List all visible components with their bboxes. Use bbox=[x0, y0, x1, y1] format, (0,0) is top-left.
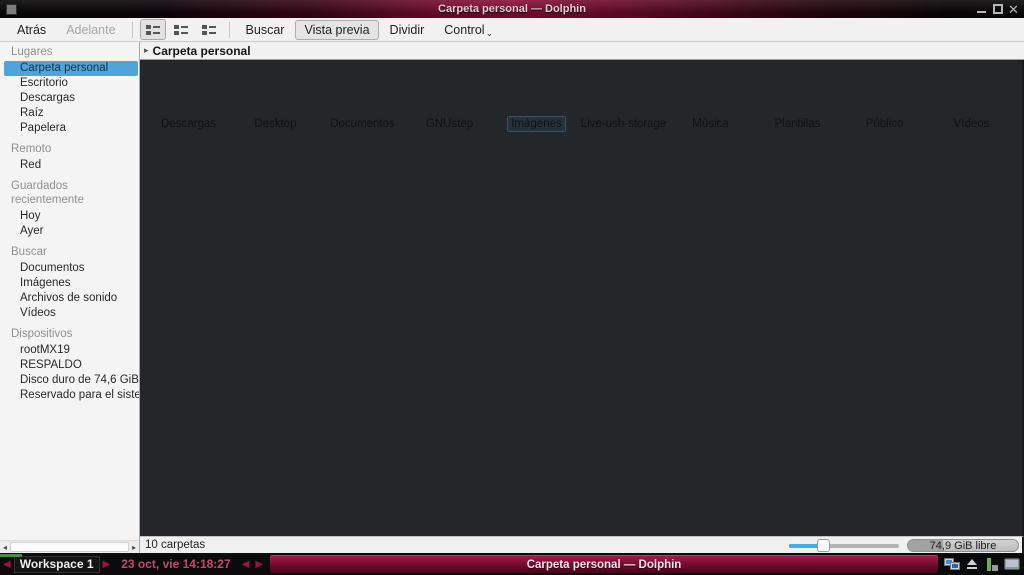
sidebar-item-raiz[interactable]: Raíz bbox=[4, 106, 138, 121]
recent-section-header: Guardados recientemente bbox=[11, 180, 84, 206]
folder-label: GNUstep bbox=[425, 118, 474, 130]
breadcrumb-current[interactable]: Carpeta personal bbox=[153, 44, 251, 58]
free-space-bar: 74,9 GiB libre bbox=[907, 538, 1019, 552]
view-icons-button[interactable] bbox=[139, 19, 166, 40]
folder-item[interactable]: Documentos bbox=[319, 60, 406, 132]
sidebar-item-disco-duro[interactable]: Disco duro de 74,6 GiB bbox=[4, 373, 139, 388]
task-next-arrow-icon[interactable]: ▶ bbox=[252, 559, 266, 570]
folder-item[interactable]: Desktop bbox=[232, 60, 319, 132]
control-button[interactable]: Control⌄ bbox=[435, 20, 502, 40]
icons-view-icon bbox=[145, 24, 160, 35]
chevron-down-icon: ⌄ bbox=[485, 27, 494, 38]
view-details-button[interactable] bbox=[196, 19, 222, 40]
back-button[interactable]: Atrás bbox=[8, 20, 55, 40]
sidebar-item-imagenes[interactable]: Imágenes bbox=[4, 276, 138, 291]
compact-view-icon bbox=[173, 24, 188, 35]
taskbar-window-button[interactable]: Carpeta personal — Dolphin bbox=[270, 555, 938, 573]
network-icon[interactable] bbox=[944, 557, 960, 572]
file-view[interactable]: Descargas Desktop Documentos GNUstep Imá… bbox=[140, 60, 1024, 536]
devices-section-header: Dispositivos bbox=[11, 328, 73, 340]
window-controls: ✕ bbox=[975, 3, 1020, 16]
zoom-slider[interactable] bbox=[789, 538, 899, 552]
volume-meter-icon[interactable] bbox=[984, 557, 1000, 572]
toolbar-separator bbox=[131, 21, 133, 38]
sidebar-item-descargas[interactable]: Descargas bbox=[4, 91, 138, 106]
breadcrumb-arrow-icon[interactable]: ▸ bbox=[144, 45, 149, 56]
folder-label: Live-usb-storage bbox=[580, 118, 667, 130]
desktop-screen: Carpeta personal — Dolphin ✕ Atrás Adela… bbox=[0, 0, 1024, 575]
eject-icon[interactable] bbox=[964, 557, 980, 572]
taskbar: ◀ Workspace 1 ▶ 23 oct, vie 14:18:27 ◀ ▶… bbox=[0, 554, 1024, 574]
sidebar-item-carpeta-personal[interactable]: Carpeta personal bbox=[4, 61, 138, 76]
statusbar: 10 carpetas 74,9 GiB libre bbox=[140, 536, 1024, 553]
split-button[interactable]: Dividir bbox=[381, 20, 434, 40]
sidebar-horizontal-scrollbar[interactable]: ◂ ▸ bbox=[0, 540, 139, 553]
window-title: Carpeta personal — Dolphin bbox=[438, 3, 586, 15]
folder-item[interactable]: Vídeos bbox=[928, 60, 1015, 132]
sidebar-item-respaldo[interactable]: RESPALDO bbox=[4, 358, 138, 373]
scrollbar-thumb[interactable] bbox=[10, 542, 129, 552]
sidebar-item-videos[interactable]: Vídeos bbox=[4, 306, 138, 321]
taskbar-window-title: Carpeta personal — Dolphin bbox=[526, 558, 682, 571]
places-list: Lugares Carpeta personal Escritorio Desc… bbox=[0, 42, 139, 540]
titlebar[interactable]: Carpeta personal — Dolphin ✕ bbox=[0, 0, 1024, 18]
folder-item[interactable]: Descargas bbox=[145, 60, 232, 132]
details-view-icon bbox=[201, 24, 216, 35]
folder-item[interactable]: Live-usb-storage bbox=[580, 60, 667, 132]
view-compact-button[interactable] bbox=[168, 19, 194, 40]
sidebar-item-escritorio[interactable]: Escritorio bbox=[4, 76, 138, 91]
workspace-switcher[interactable]: Workspace 1 bbox=[13, 555, 100, 573]
taskbar-clock[interactable]: 23 oct, vie 14:18:27 bbox=[113, 557, 238, 571]
breadcrumb: ▸ Carpeta personal bbox=[140, 42, 1024, 60]
sidebar-item-archivos-de-sonido[interactable]: Archivos de sonido bbox=[4, 291, 138, 306]
folder-item[interactable]: GNUstep bbox=[406, 60, 493, 132]
folder-item[interactable]: Plantillas bbox=[754, 60, 841, 132]
system-tray bbox=[944, 557, 1020, 572]
sidebar-item-hoy[interactable]: Hoy bbox=[4, 209, 138, 224]
search-button[interactable]: Buscar bbox=[237, 20, 294, 40]
folder-item[interactable]: Música bbox=[667, 60, 754, 132]
maximize-button[interactable] bbox=[991, 3, 1004, 16]
workspace-next-arrow-icon[interactable]: ▶ bbox=[100, 559, 114, 570]
folder-label: Desktop bbox=[254, 118, 297, 130]
zoom-slider-fill bbox=[789, 543, 820, 548]
folder-label: Música bbox=[692, 118, 729, 130]
display-settings-icon[interactable] bbox=[1004, 557, 1020, 572]
close-button[interactable]: ✕ bbox=[1007, 3, 1020, 16]
folder-label: Plantillas bbox=[774, 118, 821, 130]
sidebar-item-papelera[interactable]: Papelera bbox=[4, 121, 138, 136]
toolbar-separator bbox=[228, 21, 230, 38]
free-space-label: 74,9 GiB libre bbox=[929, 539, 997, 552]
workspace-prev-arrow-icon[interactable]: ◀ bbox=[0, 559, 14, 570]
folder-label: Documentos bbox=[330, 118, 395, 130]
places-section-header: Lugares bbox=[11, 46, 53, 58]
forward-button[interactable]: Adelante bbox=[57, 20, 124, 40]
folder-label: Descargas bbox=[161, 118, 216, 130]
places-panel: Lugares Carpeta personal Escritorio Desc… bbox=[0, 42, 140, 553]
search-section-header: Buscar bbox=[11, 246, 47, 258]
preview-button[interactable]: Vista previa bbox=[295, 19, 379, 40]
remote-section-header: Remoto bbox=[11, 143, 52, 155]
folder-item[interactable]: Público bbox=[841, 60, 928, 132]
sidebar-item-reservado[interactable]: Reservado para el sistema bbox=[4, 388, 139, 403]
sidebar-item-ayer[interactable]: Ayer bbox=[4, 224, 138, 239]
sidebar-item-documentos[interactable]: Documentos bbox=[4, 261, 138, 276]
folder-item-highlighted[interactable]: Imágenes bbox=[493, 60, 580, 132]
control-button-label: Control bbox=[444, 22, 485, 37]
toolbar: Atrás Adelante Buscar Vista previa Divid… bbox=[0, 18, 1024, 42]
minimize-button[interactable] bbox=[975, 3, 988, 16]
folder-label: Imágenes bbox=[507, 116, 566, 132]
folder-label: Vídeos bbox=[953, 118, 990, 130]
folder-label: Público bbox=[865, 118, 904, 130]
scroll-right-arrow-icon[interactable]: ▸ bbox=[129, 542, 139, 553]
sidebar-item-rootmx19[interactable]: rootMX19 bbox=[4, 343, 138, 358]
panel-edge-decoration bbox=[0, 554, 22, 557]
task-prev-arrow-icon[interactable]: ◀ bbox=[239, 559, 253, 570]
zoom-slider-handle[interactable] bbox=[816, 538, 830, 552]
scroll-left-arrow-icon[interactable]: ◂ bbox=[0, 542, 10, 553]
sidebar-item-red[interactable]: Red bbox=[4, 158, 138, 173]
status-items-count: 10 carpetas bbox=[145, 539, 206, 551]
